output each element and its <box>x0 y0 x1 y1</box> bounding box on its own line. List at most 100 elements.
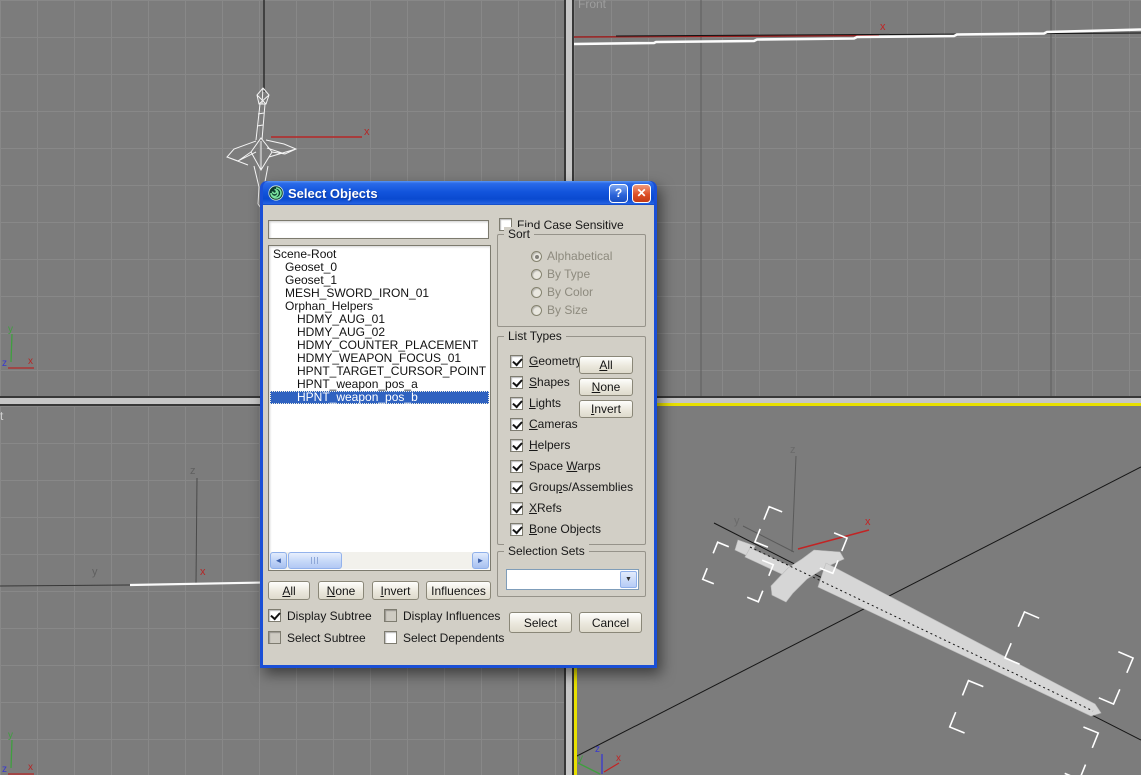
chevron-down-icon: ▼ <box>625 576 632 583</box>
list-types-none-button[interactable]: None <box>579 378 633 396</box>
selection-sets-group: Selection Sets ▼ <box>497 551 646 597</box>
help-button[interactable]: ? <box>609 184 628 203</box>
close-button[interactable]: ✕ <box>632 184 651 203</box>
list-type-checkbox[interactable] <box>510 439 523 452</box>
sort-group: Sort AlphabeticalBy TypeBy ColorBy Size <box>497 234 646 327</box>
axis-x-label: x <box>200 566 206 578</box>
sort-radio <box>531 305 542 316</box>
list-type-label: XRefs <box>529 502 562 515</box>
display-influences-label: Display Influences <box>403 610 500 623</box>
display-subtree-label: Display Subtree <box>287 610 372 623</box>
display-subtree-checkbox[interactable] <box>268 609 281 622</box>
list-types-group: List Types GeometryShapesLightsCamerasHe… <box>497 336 646 545</box>
list-type-label: Cameras <box>529 418 578 431</box>
scrollbar-right-arrow-icon[interactable]: ► <box>472 552 489 569</box>
sort-radio-label: By Size <box>547 304 588 317</box>
viewport-bottom-right-perspective[interactable]: z y x z y x <box>574 406 1141 775</box>
object-list-items: Scene-RootGeoset_0Geoset_1MESH_SWORD_IRO… <box>270 248 489 552</box>
combo-dropdown-button[interactable]: ▼ <box>620 571 637 588</box>
axis-y-label: y <box>92 566 98 578</box>
select-subtree-label: Select Subtree <box>287 632 366 645</box>
scrollbar-left-arrow-icon[interactable]: ◄ <box>270 552 287 569</box>
axis-x-label: x <box>364 126 370 138</box>
object-list[interactable]: Scene-RootGeoset_0Geoset_1MESH_SWORD_IRO… <box>268 245 491 571</box>
sort-group-label: Sort <box>504 227 534 241</box>
selection-sets-combo[interactable]: ▼ <box>506 569 639 590</box>
axis-x-label: x <box>880 21 886 33</box>
selection-sets-group-label: Selection Sets <box>504 544 589 558</box>
dialog-titlebar[interactable]: Select Objects ? ✕ <box>263 181 654 205</box>
invert-button[interactable]: Invert <box>372 581 419 600</box>
tripod-z-label: z <box>595 744 600 755</box>
scrollbar-thumb[interactable] <box>288 552 342 569</box>
list-types-invert-button[interactable]: Invert <box>579 400 633 418</box>
list-type-checkbox[interactable] <box>510 523 523 536</box>
world-tripod-icon: z y x <box>578 744 621 774</box>
list-type-checkbox[interactable] <box>510 418 523 431</box>
selection-brackets <box>703 507 1133 775</box>
all-button[interactable]: All <box>268 581 310 600</box>
viewport-label-partial: t <box>0 409 3 423</box>
select-dependents-checkbox[interactable] <box>384 631 397 644</box>
select-button[interactable]: Select <box>509 612 572 633</box>
sort-radio-label: By Type <box>547 268 590 281</box>
viewport-top-right-front[interactable]: Front x <box>574 0 1141 396</box>
list-type-checkbox[interactable] <box>510 397 523 410</box>
display-influences-checkbox <box>384 609 397 622</box>
tripod-x-label: x <box>616 753 621 764</box>
none-button[interactable]: None <box>318 581 364 600</box>
list-type-label: Groups/Assemblies <box>529 481 633 494</box>
list-type-label: Lights <box>529 397 561 410</box>
tripod-y-label: y <box>578 753 583 764</box>
tripod-z-label: z <box>2 358 7 369</box>
select-objects-dialog: Select Objects ? ✕ Scene-RootGeoset_0Geo… <box>260 181 657 668</box>
grid-home-line <box>575 467 1141 757</box>
dialog-title: Select Objects <box>288 186 605 201</box>
x-axis: x <box>271 126 370 138</box>
axis-x-label: x <box>865 516 871 528</box>
list-type-checkbox[interactable] <box>510 355 523 368</box>
tripod-y-label: y <box>8 730 13 741</box>
ucs-tripod-icon: y z x <box>2 730 34 775</box>
object-list-item[interactable]: HPNT_weapon_pos_b <box>270 391 489 404</box>
list-type-checkbox[interactable] <box>510 376 523 389</box>
list-type-label: Shapes <box>529 376 570 389</box>
grid-home-line <box>0 585 130 586</box>
tripod-z-label: z <box>2 764 7 775</box>
tripod-x-label: x <box>28 762 33 773</box>
viewport-perspective-scene: z y x z y x <box>574 406 1141 775</box>
shaded-sword <box>735 540 1101 716</box>
3dsmax-screen: { "viewports": { "axis_labels": { "x": "… <box>0 0 1141 775</box>
list-type-checkbox[interactable] <box>510 481 523 494</box>
dialog-body: Scene-RootGeoset_0Geoset_1MESH_SWORD_IRO… <box>263 205 654 665</box>
list-type-label: Space Warps <box>529 460 601 473</box>
scrollbar-track[interactable] <box>287 552 472 569</box>
app-icon <box>268 185 284 201</box>
object-name-input[interactable] <box>268 220 489 239</box>
sort-radio <box>531 269 542 280</box>
list-type-label: Bone Objects <box>529 523 601 536</box>
selection-sets-value <box>507 570 619 589</box>
list-type-label: Helpers <box>529 439 570 452</box>
list-type-label: Geometry <box>529 355 582 368</box>
cancel-button[interactable]: Cancel <box>579 612 642 633</box>
select-dependents-label: Select Dependents <box>403 632 504 645</box>
axis-z-label: z <box>190 465 196 477</box>
sort-radio-label: By Color <box>547 286 593 299</box>
scrollbar-grip-icon <box>311 557 320 564</box>
axis-tripod-origin: z y x <box>734 444 871 552</box>
select-subtree-checkbox <box>268 631 281 644</box>
axis-z-label: z <box>790 444 796 456</box>
viewport-label-front: Front <box>578 0 606 11</box>
list-type-checkbox[interactable] <box>510 502 523 515</box>
tripod-x-label: x <box>28 356 33 367</box>
viewport-front-scene: x <box>574 0 1141 396</box>
sort-radio <box>531 287 542 298</box>
object-list-hscrollbar[interactable]: ◄ ► <box>270 552 489 569</box>
influences-button[interactable]: Influences <box>426 581 491 600</box>
z-axis-line <box>196 478 197 584</box>
tripod-y-label: y <box>8 324 13 335</box>
list-types-all-button[interactable]: All <box>579 356 633 374</box>
list-types-group-label: List Types <box>504 329 566 343</box>
list-type-checkbox[interactable] <box>510 460 523 473</box>
